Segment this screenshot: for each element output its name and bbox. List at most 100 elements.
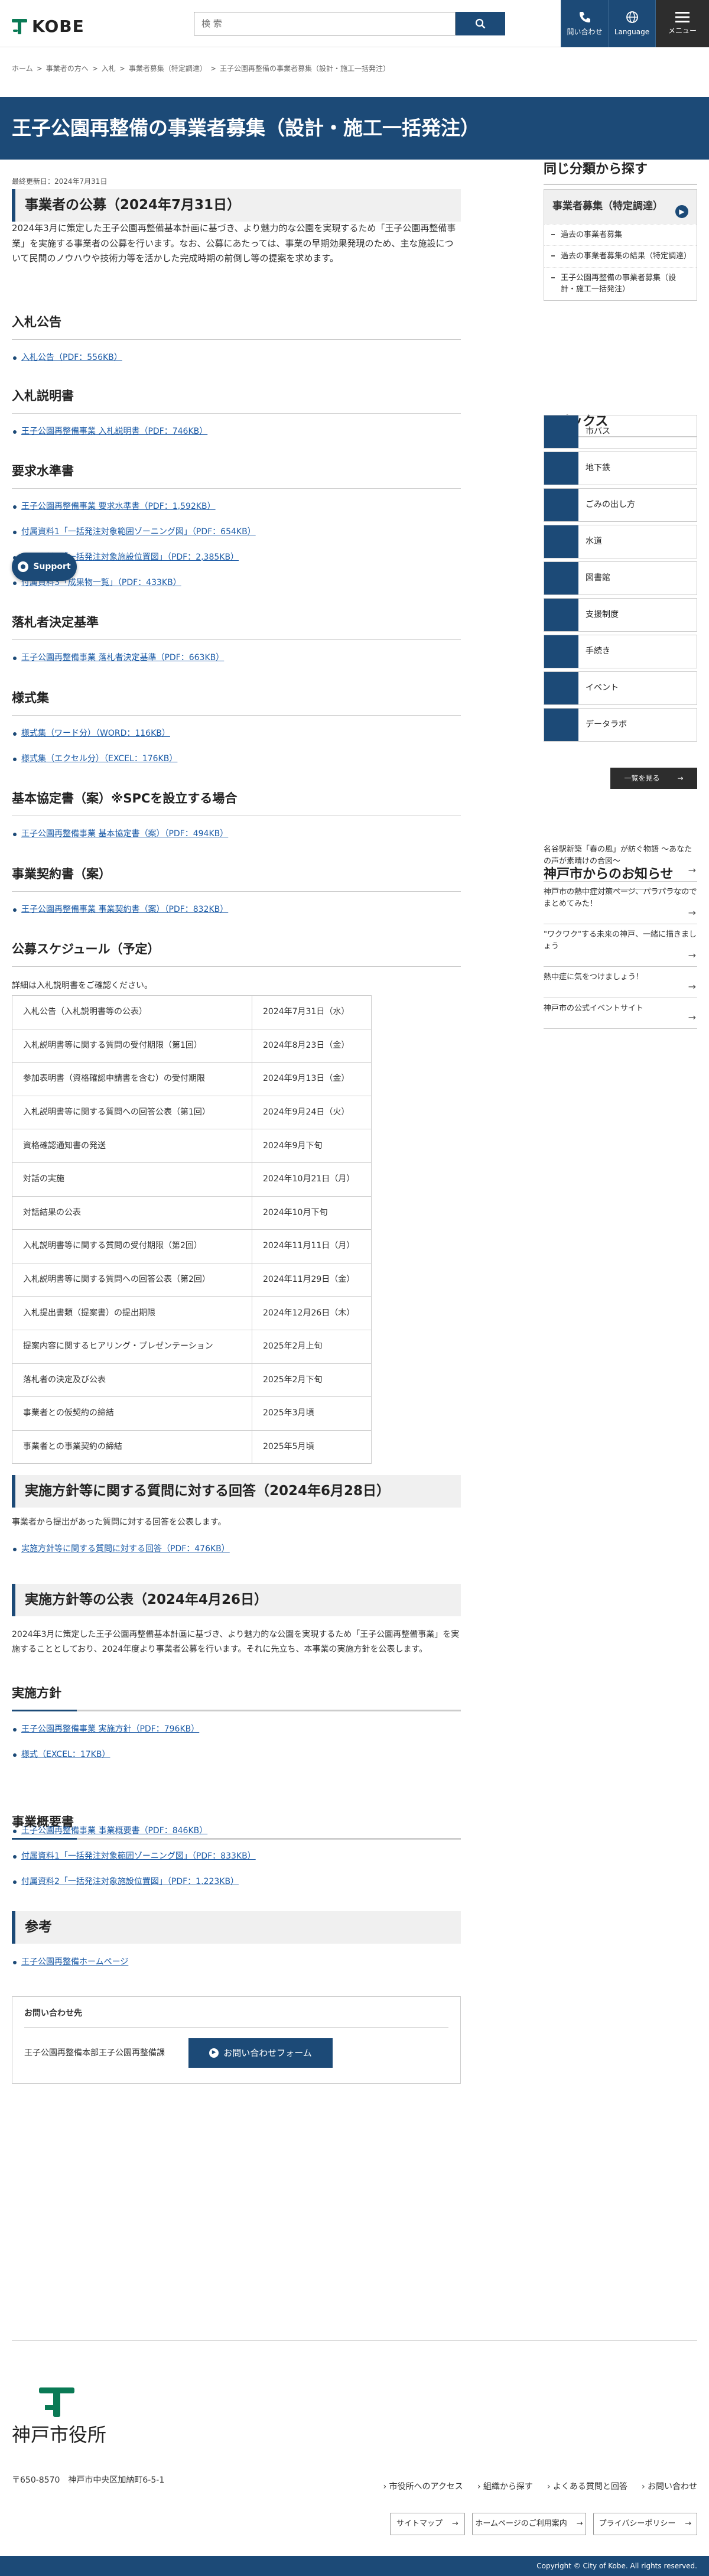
topic-icon xyxy=(544,562,578,595)
pdf-link[interactable]: 王子公園再整備事業 事業契約書（案）（PDF：832KB） xyxy=(12,904,228,916)
pdf-link[interactable]: 入札公告（PDF：556KB） xyxy=(12,352,122,364)
news-item[interactable]: "ワクワク"する未来の神戸、一緒に描きましょう → xyxy=(544,924,697,967)
arrow-right-icon: → xyxy=(685,2519,692,2529)
pdf-link[interactable]: 付属資料2「一括発注対象施設位置図」（PDF：1,223KB） xyxy=(12,1876,239,1888)
topic-item[interactable]: ごみの出し方 xyxy=(544,488,697,522)
heading-yokyu: 要求水準書 xyxy=(12,462,461,489)
news-item[interactable]: 神戸市の公式イベントサイト → xyxy=(544,998,697,1029)
schedule-row: 提案内容に関するヒアリング・プレゼンテーション 2025年2月上旬 xyxy=(12,1329,372,1364)
topic-item[interactable]: 支援制度 xyxy=(544,598,697,632)
section-title-ref: 参考 xyxy=(12,1911,461,1944)
pdf-link[interactable]: 王子公園再整備事業 落札者決定基準（PDF：663KB） xyxy=(12,652,224,664)
language-button[interactable]: Language xyxy=(608,0,655,47)
kobe-logo[interactable]: KOBE xyxy=(12,14,84,39)
topic-item[interactable]: 図書館 xyxy=(544,561,697,595)
category-name: 事業者募集（特定調達） xyxy=(552,200,663,212)
search-button[interactable] xyxy=(456,12,505,35)
pdf-link[interactable]: 王子公園再整備事業 実施方針（PDF：796KB） xyxy=(12,1723,199,1736)
contact-form-label: お問い合わせフォーム xyxy=(223,2047,312,2058)
schedule-date: 2024年10月21日（月） xyxy=(252,1162,372,1197)
schedule-item: 資格確認通知書の発送 xyxy=(12,1129,252,1163)
globe-icon xyxy=(626,11,638,23)
footer-link[interactable]: › よくある質問と回答 xyxy=(547,2481,627,2493)
breadcrumb: ホーム > 事業者の方へ > 入札 > 事業者募集（特定調達） > 王子公園再整備の事業… xyxy=(12,63,390,74)
arrow-right-icon: → xyxy=(688,980,696,992)
breadcrumb-procurement[interactable]: 事業者募集（特定調達） xyxy=(129,63,207,74)
topic-item[interactable]: 市バス xyxy=(544,415,697,449)
category-item[interactable]: 王子公園再整備の事業者募集（設計・施工一括発注） xyxy=(544,267,697,300)
topic-label: 手続き xyxy=(586,647,610,656)
schedule-date: 2024年8月23日（金） xyxy=(252,1028,372,1063)
arrow-right-icon: → xyxy=(452,2519,458,2529)
homepage-link[interactable]: 王子公園再整備ホームページ xyxy=(12,1956,128,1968)
heading-keiyaku: 事業契約書（案） xyxy=(12,865,461,892)
news-item[interactable]: 熱中症に気をつけましょう！ → xyxy=(544,967,697,998)
pdf-link[interactable]: 王子公園再整備事業 事業概要書（PDF：846KB） xyxy=(12,1825,207,1837)
schedule-row: 参加表明書（資格確認申請書を含む）の受付期限 2024年9月13日（金） xyxy=(12,1062,372,1096)
usage-guide-button[interactable]: ホームページのご利用案内 → xyxy=(472,2513,586,2535)
schedule-date: 2025年5月頃 xyxy=(252,1430,372,1464)
pdf-link[interactable]: 付属資料1「一括発注対象範囲ゾーニング図」（PDF：833KB） xyxy=(12,1850,256,1863)
news-item[interactable]: 神戸市の熱中症対策ページ、パラパラなのでまとめてみた！ → xyxy=(544,882,697,924)
schedule-item: 入札説明書等に関する質問への回答公表（第1回） xyxy=(12,1095,252,1130)
pdf-link[interactable]: 王子公園再整備事業 入札説明書（PDF：746KB） xyxy=(12,425,207,438)
sidebar-category-title: 同じ分類から探す xyxy=(544,160,697,185)
topic-item[interactable]: 地下鉄 xyxy=(544,451,697,485)
contact-label: 問い合わせ xyxy=(567,28,603,36)
schedule-row: 入札説明書等に関する質問への回答公表（第1回） 2024年9月24日（火） xyxy=(12,1095,372,1130)
footer-link[interactable]: › 組織から探す xyxy=(477,2481,533,2493)
schedule-table: 入札公告（入札説明書等の公表） 2024年7月31日（水） 入札説明書等に関する質問… xyxy=(12,995,372,1464)
topic-label: 支援制度 xyxy=(586,610,619,619)
heading-rakusatsu: 落札者決定基準 xyxy=(12,613,461,640)
schedule-item: 対話結果の公表 xyxy=(12,1196,252,1230)
footer-link[interactable]: › お問い合わせ xyxy=(642,2481,697,2493)
site-header: KOBE 問い合わせ Language メニュー xyxy=(0,0,709,47)
news-item[interactable]: 名谷駅新築「春の風」が紡ぐ物語 〜あなたの声が素晴けの合図〜 → xyxy=(544,839,697,882)
schedule-row: 対話の実施 2024年10月21日（月） xyxy=(12,1162,372,1197)
menu-button[interactable]: メニュー xyxy=(655,0,709,47)
search-icon xyxy=(475,18,486,29)
breadcrumb-business[interactable]: 事業者の方へ xyxy=(46,63,89,74)
pdf-link[interactable]: 付属資料1「一括発注対象範囲ゾーニング図」（PDF：654KB） xyxy=(12,526,256,538)
contact-dept: 王子公園再整備本部王子公園再整備課 xyxy=(24,2048,165,2058)
heading-schedule: 公募スケジュール（予定） xyxy=(12,940,461,967)
footer-link[interactable]: › 市役所へのアクセス xyxy=(383,2481,463,2493)
pdf-link[interactable]: 王子公園再整備事業 基本協定書（案）（PDF：494KB） xyxy=(12,828,228,840)
topic-item[interactable]: 手続き xyxy=(544,635,697,668)
schedule-item: 参加表明書（資格確認申請書を含む）の受付期限 xyxy=(12,1062,252,1096)
section-para-answer: 事業者から提出があった質問に対する回答を公表します。 xyxy=(12,1518,226,1527)
city-hall-logo[interactable]: 神戸市役所 xyxy=(12,2387,106,2449)
schedule-row: 対話結果の公表 2024年10月下旬 xyxy=(12,1196,372,1230)
schedule-row: 事業者との事業契約の締結 2025年5月頃 xyxy=(12,1430,372,1464)
schedule-date: 2024年11月29日（金） xyxy=(252,1262,372,1297)
schedule-date: 2024年9月13日（金） xyxy=(252,1062,372,1096)
topic-item[interactable]: イベント xyxy=(544,671,697,705)
schedule-row: 入札説明書等に関する質問の受付期限（第1回） 2024年8月23日（金） xyxy=(12,1028,372,1063)
search-form xyxy=(194,12,505,35)
category-item[interactable]: 過去の事業者募集 xyxy=(544,223,697,246)
search-input[interactable] xyxy=(194,12,456,35)
contact-form-button[interactable]: ▶ お問い合わせフォーム xyxy=(188,2038,333,2068)
privacy-policy-button[interactable]: プライバシーポリシー → xyxy=(593,2513,697,2535)
word-link[interactable]: 様式集（ワード分）（WORD：116KB） xyxy=(12,727,170,740)
excel-link[interactable]: 様式（EXCEL：17KB） xyxy=(12,1749,110,1761)
schedule-item: 入札説明書等に関する質問への回答公表（第2回） xyxy=(12,1262,252,1297)
support-button[interactable]: Support xyxy=(12,553,77,581)
schedule-item: 入札説明書等に関する質問の受付期限（第1回） xyxy=(12,1028,252,1063)
pdf-link[interactable]: 王子公園再整備事業 要求水準書（PDF：1,592KB） xyxy=(12,501,216,513)
category-item[interactable]: 過去の事業者募集の結果（特定調達） xyxy=(544,245,697,267)
more-button[interactable]: 一覧を見る → xyxy=(610,768,697,789)
topic-item[interactable]: 水道 xyxy=(544,525,697,558)
breadcrumb-home[interactable]: ホーム xyxy=(12,63,33,74)
category-box-header[interactable]: 事業者募集（特定調達） ▶ xyxy=(544,190,697,224)
topic-label: データラボ xyxy=(586,720,627,729)
excel-link[interactable]: 様式集（エクセル分）（EXCEL：176KB） xyxy=(12,753,177,765)
address: 〒650-8570 神戸市中央区加納町6-5-1 xyxy=(12,2476,165,2485)
pdf-link[interactable]: 実施方針等に関する質問に対する回答（PDF：476KB） xyxy=(12,1543,230,1555)
breadcrumb-bid[interactable]: 入札 xyxy=(102,63,116,74)
news-list: 名谷駅新築「春の風」が紡ぐ物語 〜あなたの声が素晴けの合図〜 → 神戸市の熱中症対策… xyxy=(544,839,697,1029)
sitemap-button[interactable]: サイトマップ → xyxy=(390,2513,465,2535)
org-name: 神戸市役所 xyxy=(12,2424,107,2446)
contact-header-button[interactable]: 問い合わせ xyxy=(561,0,608,47)
topic-item[interactable]: データラボ xyxy=(544,708,697,742)
